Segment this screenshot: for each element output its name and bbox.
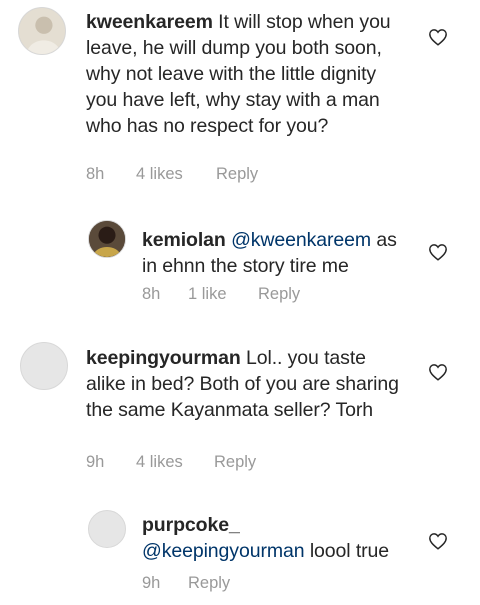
- reply-button[interactable]: Reply: [258, 285, 300, 304]
- comment-meta: 9h Reply: [142, 574, 230, 593]
- likes-count[interactable]: 1 like: [188, 285, 258, 304]
- comment-text: keepingyourman Lol.. you taste alike in …: [86, 345, 406, 423]
- username[interactable]: keepingyourman: [86, 347, 241, 369]
- comment-text: kemiolan @kweenkareem as in ehnn the sto…: [142, 227, 407, 279]
- comment-keepingyourman: keepingyourman Lol.. you taste alike in …: [0, 330, 480, 490]
- user-photo-icon: [89, 221, 125, 257]
- comment-text: kweenkareem It will stop when you leave,…: [86, 9, 406, 139]
- comment-kweenkareem: kweenkareem It will stop when you leave,…: [0, 0, 480, 200]
- comment-meta: 9h 4 likes Reply: [86, 453, 256, 472]
- likes-count[interactable]: 4 likes: [136, 165, 216, 184]
- avatar[interactable]: [88, 510, 126, 548]
- heart-outline-icon[interactable]: [428, 243, 448, 261]
- heart-outline-icon[interactable]: [428, 363, 448, 381]
- mention-link[interactable]: @keepingyourman: [142, 540, 305, 562]
- reply-button[interactable]: Reply: [188, 574, 230, 593]
- timestamp: 9h: [86, 453, 105, 471]
- comment-kemiolan: kemiolan @kweenkareem as in ehnn the sto…: [0, 200, 480, 330]
- comment-meta: 8h 4 likes Reply: [86, 165, 258, 184]
- avatar[interactable]: [88, 220, 126, 258]
- reply-button[interactable]: Reply: [216, 165, 258, 184]
- timestamp: 8h: [142, 285, 161, 303]
- comment-purpcoke: purpcoke_ @keepingyourman loool true 9h …: [0, 490, 480, 605]
- reply-button[interactable]: Reply: [214, 453, 256, 472]
- heart-outline-icon[interactable]: [428, 532, 448, 550]
- heart-outline-icon[interactable]: [428, 28, 448, 46]
- likes-count[interactable]: 4 likes: [136, 453, 214, 472]
- avatar[interactable]: [20, 342, 68, 390]
- avatar[interactable]: [18, 7, 66, 55]
- username[interactable]: kweenkareem: [86, 11, 213, 33]
- username[interactable]: purpcoke_: [142, 514, 240, 536]
- timestamp: 9h: [142, 574, 161, 592]
- timestamp: 8h: [86, 165, 105, 183]
- username[interactable]: kemiolan: [142, 229, 226, 251]
- mention-link[interactable]: @kweenkareem: [231, 229, 371, 251]
- comment-meta: 8h 1 like Reply: [142, 285, 300, 304]
- comment-text: purpcoke_ @keepingyourman loool true: [142, 512, 422, 564]
- user-photo-icon: [19, 8, 65, 54]
- comment-body: loool true: [309, 540, 390, 562]
